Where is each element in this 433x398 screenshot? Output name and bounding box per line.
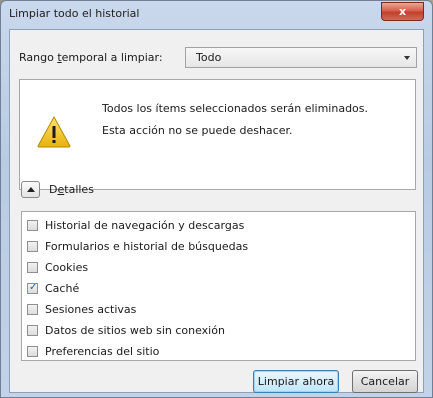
item-label: Cookies [45,261,89,274]
time-range-label: Rango temporal a limpiar: [19,51,163,64]
title-bar[interactable]: Limpiar todo el historial x [1,1,432,27]
warning-box: Todos los ítems seleccionados serán elim… [19,79,416,190]
item-label: Datos de sitios web sin conexión [45,324,225,337]
time-range-value: Todo [196,51,222,64]
cancel-button[interactable]: Cancelar [352,370,418,393]
checkbox[interactable] [27,346,38,357]
checkbox[interactable] [27,262,38,273]
item-label: Historial de navegación y descargas [45,219,245,232]
close-icon: x [398,5,407,18]
time-range-select[interactable]: Todo [185,47,417,68]
checkbox[interactable] [27,241,38,252]
checkbox[interactable] [27,325,38,336]
checkbox-checked[interactable]: ✓ [27,282,38,294]
list-item[interactable]: Sesiones activas [27,301,407,319]
list-item[interactable]: Formularios e historial de búsquedas [27,238,407,256]
checkbox[interactable] [27,220,38,231]
clear-history-dialog: Limpiar todo el historial x Rango tempor… [0,0,433,398]
item-label: Preferencias del sitio [45,345,160,358]
details-toggle-button[interactable] [21,181,40,198]
list-item[interactable]: ✓ Caché [27,280,407,298]
item-label: Caché [45,282,80,295]
details-label[interactable]: Detalles [49,183,94,196]
dialog-title: Limpiar todo el historial [9,7,140,20]
warning-triangle-icon [37,116,71,148]
item-label: Formularios e historial de búsquedas [45,240,249,253]
warning-text-line2: Esta acción no se puede deshacer. [102,124,293,137]
chevron-down-icon [404,56,410,60]
warning-text-line1: Todos los ítems seleccionados serán elim… [102,102,369,115]
check-icon: ✓ [29,282,38,293]
chevron-up-icon [27,187,35,192]
clear-now-button[interactable]: Limpiar ahora [253,370,339,393]
list-item[interactable]: Cookies [27,259,407,277]
list-item[interactable]: Preferencias del sitio [27,343,407,361]
list-item[interactable]: Datos de sitios web sin conexión [27,322,407,340]
item-label: Sesiones activas [45,303,137,316]
close-button[interactable]: x [381,2,424,21]
dialog-body: Rango temporal a limpiar: Todo Todos los… [9,29,424,393]
history-items-list: Historial de navegación y descargas Form… [21,211,416,361]
checkbox[interactable] [27,304,38,315]
list-item[interactable]: Historial de navegación y descargas [27,217,407,235]
